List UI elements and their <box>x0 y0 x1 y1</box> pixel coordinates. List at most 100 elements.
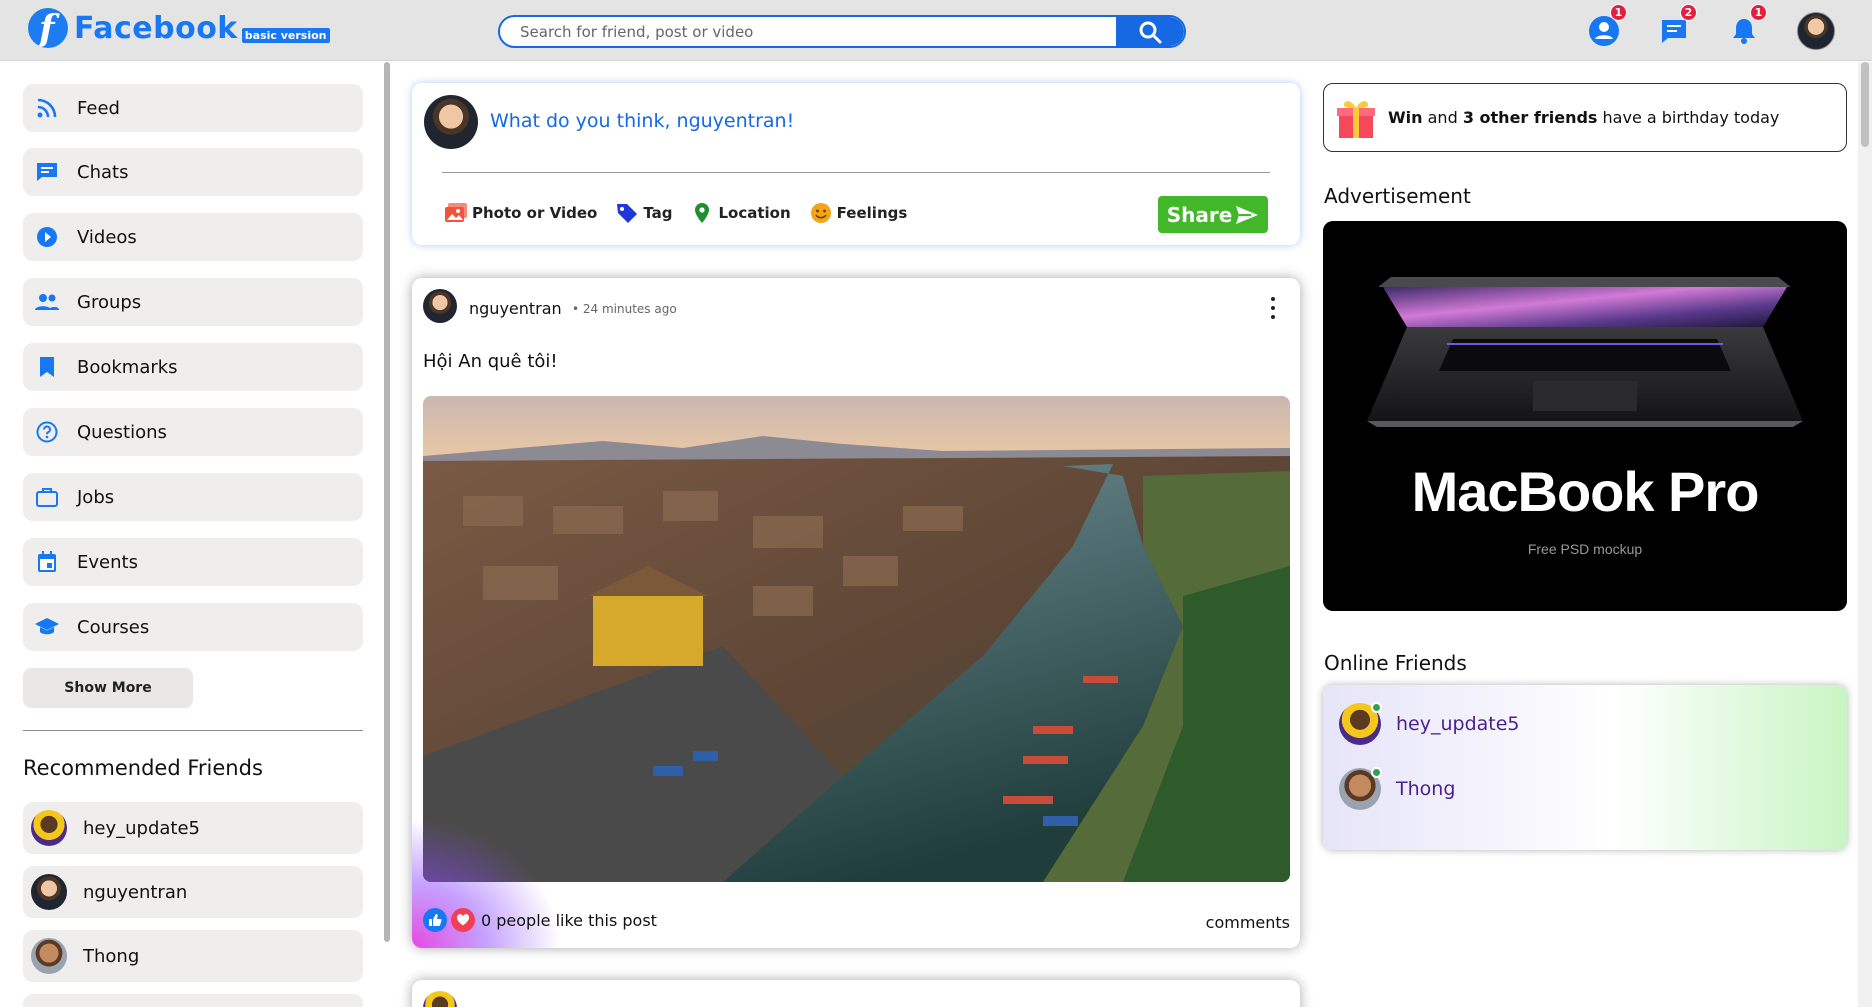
show-more-button[interactable]: Show More <box>23 668 193 708</box>
friend-name: nguyentran <box>83 881 188 903</box>
friend-name: hey_update5 <box>83 817 201 839</box>
page-scrollbar[interactable] <box>1858 62 1872 1007</box>
gift-icon <box>1337 100 1375 138</box>
search-bar <box>498 15 1186 48</box>
sidebar-item-groups[interactable]: Groups <box>23 278 363 326</box>
feelings-option[interactable]: Feelings <box>809 201 908 225</box>
tag-option[interactable]: Tag <box>615 201 672 225</box>
online-friend[interactable]: Thong <box>1339 767 1456 810</box>
sidebar-item-label: Groups <box>77 291 142 313</box>
friend-name: Thong <box>83 945 140 967</box>
option-label: Photo or Video <box>472 204 598 222</box>
person-icon <box>1589 16 1619 46</box>
send-icon <box>1236 205 1259 224</box>
messages-button[interactable]: 2 <box>1657 4 1697 48</box>
share-button[interactable]: Share <box>1158 196 1268 233</box>
location-pin-icon <box>690 201 714 225</box>
notifications-badge: 1 <box>1750 4 1767 21</box>
sidebar-item-label: Events <box>77 551 138 573</box>
post-image[interactable] <box>423 396 1290 882</box>
sidebar-item-label: Videos <box>77 226 137 248</box>
sidebar-item-feed[interactable]: Feed <box>23 84 363 132</box>
play-circle-icon <box>35 225 59 249</box>
reactions: 0 people like this post <box>423 908 657 932</box>
sidebar-item-courses[interactable]: Courses <box>23 603 363 651</box>
bookmark-icon <box>35 355 59 379</box>
share-label: Share <box>1166 202 1233 227</box>
ad-product-name: MacBook Pro <box>1411 460 1760 523</box>
recommended-friend[interactable] <box>23 994 363 1007</box>
avatar[interactable] <box>423 991 457 1007</box>
avatar <box>1339 767 1382 810</box>
sidebar-item-label: Bookmarks <box>77 356 178 378</box>
sidebar-scrollbar[interactable] <box>384 62 390 942</box>
sidebar-item-jobs[interactable]: Jobs <box>23 473 363 521</box>
avatar[interactable] <box>423 289 457 323</box>
like-count: 0 people like this post <box>481 910 657 930</box>
post-timestamp: • 24 minutes ago <box>572 302 677 316</box>
feed-post <box>412 980 1300 1007</box>
sidebar-item-videos[interactable]: Videos <box>23 213 363 261</box>
chat-icon <box>35 160 59 184</box>
sidebar-item-questions[interactable]: Questions <box>23 408 363 456</box>
briefcase-icon <box>35 485 59 509</box>
recommended-friends-title: Recommended Friends <box>23 756 263 780</box>
location-option[interactable]: Location <box>690 201 791 225</box>
recommended-friend[interactable]: hey_update5 <box>23 802 363 854</box>
feed-post: nguyentran • 24 minutes ago Hội An quê t… <box>412 278 1300 948</box>
logo[interactable]: f Facebook basic version <box>28 8 330 48</box>
sidebar-item-chats[interactable]: Chats <box>23 148 363 196</box>
composer-divider <box>442 172 1270 173</box>
post-text: Hội An quê tôi! <box>423 351 558 372</box>
comments-link[interactable]: comments <box>1206 913 1290 932</box>
scrollbar-thumb[interactable] <box>1861 62 1869 147</box>
avatar <box>31 810 67 846</box>
online-status-dot <box>1371 702 1382 713</box>
bell-icon <box>1733 19 1755 44</box>
composer-options: Photo or Video Tag Location Feelings <box>444 201 925 225</box>
sidebar-item-label: Chats <box>77 161 129 183</box>
post-author[interactable]: nguyentran <box>469 299 562 318</box>
more-options-icon[interactable] <box>1270 297 1276 319</box>
friend-name: hey_update5 <box>1396 713 1520 735</box>
post-composer: What do you think, nguyentran! Photo or … <box>412 83 1300 245</box>
message-icon <box>1662 20 1686 43</box>
friend-requests-button[interactable]: 1 <box>1587 4 1627 48</box>
option-label: Location <box>718 204 791 222</box>
search-input[interactable] <box>520 23 1100 41</box>
photo-video-option[interactable]: Photo or Video <box>444 201 597 225</box>
profile-avatar[interactable] <box>1797 12 1835 50</box>
advertisement-banner[interactable]: MacBook Pro Free PSD mockup <box>1323 221 1847 611</box>
search-button[interactable] <box>1116 17 1184 46</box>
messages-badge: 2 <box>1680 4 1697 21</box>
top-bar: f Facebook basic version 1 2 1 <box>0 0 1872 61</box>
photo-icon <box>444 201 468 225</box>
ad-subtitle: Free PSD mockup <box>1527 541 1643 557</box>
composer-prompt[interactable]: What do you think, nguyentran! <box>490 110 794 132</box>
graduation-cap-icon <box>35 615 59 639</box>
heart-icon[interactable] <box>451 908 475 932</box>
avatar <box>31 874 67 910</box>
notifications-button[interactable]: 1 <box>1727 4 1767 48</box>
sidebar-item-bookmarks[interactable]: Bookmarks <box>23 343 363 391</box>
avatar <box>424 95 478 149</box>
sidebar-item-label: Courses <box>77 616 150 638</box>
sidebar-item-label: Questions <box>77 421 167 443</box>
sidebar-divider <box>23 730 363 731</box>
option-label: Feelings <box>836 204 908 222</box>
sidebar-item-label: Feed <box>77 97 120 119</box>
thumbs-up-icon[interactable] <box>423 908 447 932</box>
birthday-card[interactable]: Win and 3 other friends have a birthday … <box>1323 83 1847 152</box>
version-badge: basic version <box>241 27 330 43</box>
friend-name: Thong <box>1396 778 1456 800</box>
option-label: Tag <box>643 204 673 222</box>
search-icon <box>1139 21 1162 43</box>
recommended-friend[interactable]: Thong <box>23 930 363 982</box>
smile-icon <box>809 201 833 225</box>
sidebar-item-events[interactable]: Events <box>23 538 363 586</box>
sidebar-item-label: Jobs <box>77 486 115 508</box>
online-friend[interactable]: hey_update5 <box>1339 702 1520 745</box>
recommended-friend[interactable]: nguyentran <box>23 866 363 918</box>
left-sidebar: Feed Chats Videos Groups Bookmarks Quest… <box>0 62 388 1007</box>
online-status-dot <box>1371 767 1382 778</box>
